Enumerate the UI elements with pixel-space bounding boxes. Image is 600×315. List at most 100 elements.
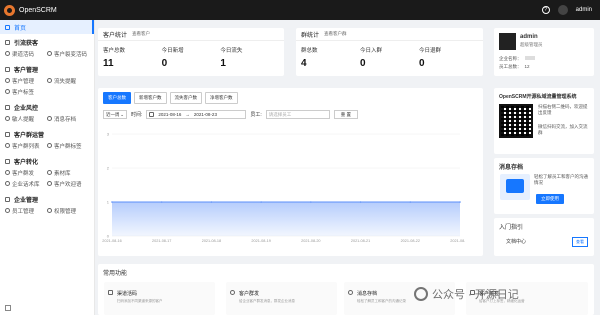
view-groups-link[interactable]: 查看客户群 [324, 31, 347, 37]
company-line: 企业名称： [499, 56, 535, 62]
calendar-icon [149, 112, 155, 117]
top-bar: OpenSCRM ? admin [0, 0, 600, 20]
stat-total-groups: 群总数 4 [301, 48, 318, 69]
profile-card: admin 超级管理员 企业名称： 员工总数： 12 [494, 28, 594, 76]
sidebar-group: 企业管理 员工管理 权限管理 [0, 191, 94, 218]
x-tick-label: 2021-08-20 [301, 239, 320, 243]
guide-title: 入门指引 [499, 225, 524, 231]
stat-left-today: 今日退群 0 [419, 48, 442, 69]
view-badge[interactable]: 查看 [572, 237, 588, 247]
sidebar-group: 企业风控 敏人提醒 消息存档 [0, 99, 94, 126]
data-point [260, 201, 262, 203]
sidebar-item[interactable]: 素材库 [47, 167, 89, 178]
sidebar-item[interactable]: 员工管理 [5, 205, 47, 216]
sidebar-item[interactable]: 客户群发 [5, 167, 47, 178]
func-channel-code[interactable]: 渠道活码 扫码添加不同渠道来源的客户 [104, 282, 215, 315]
sidebar-group-title[interactable]: 客户转化 [5, 155, 89, 167]
promo-title: OpenSCRM开源私域流量管理系统 [499, 94, 577, 100]
sidebar-item[interactable]: 客户裂变活码 [47, 48, 89, 59]
staff-line: 员工总数： 12 [499, 64, 530, 69]
sidebar-group-title[interactable]: 客户群运营 [5, 128, 89, 140]
doc-center-link[interactable]: 文档中心 [506, 238, 526, 245]
promo-card: OpenSCRM开源私域流量管理系统 扫描右侧二维码，欢迎提出反馈 微信扫码交流… [494, 88, 594, 154]
data-point [409, 201, 412, 203]
qrcode-icon [108, 290, 113, 295]
time-label: 时间: [131, 112, 143, 118]
staff-label: 员工: [250, 112, 262, 118]
tab-new-customers[interactable]: 新增客户数 [134, 92, 167, 104]
customer-stats-card: 客户统计 查看客户 客户总数 11 今日新增 0 今日流失 1 [98, 28, 284, 76]
stat-total-customers: 客户总数 11 [103, 48, 126, 69]
y-tick-label: 0 [107, 234, 110, 239]
menu-item-icon [5, 51, 10, 56]
x-tick-label: 2021-08-22 [401, 239, 420, 243]
clock-icon [348, 290, 353, 295]
menu-item-icon [5, 143, 10, 148]
x-tick-label: 2021-08-18 [202, 239, 221, 243]
data-point [160, 201, 163, 203]
stat-lost-today: 今日流失 1 [220, 48, 243, 69]
x-tick-label: 2021-08-17 [152, 239, 171, 243]
tab-total-customers[interactable]: 客户总数 [103, 92, 131, 104]
sidebar-item-home[interactable]: 首页 [0, 20, 94, 34]
func-mass-message[interactable]: 客户群发 给企业客户群发消息，群发企业消息 [226, 282, 337, 315]
group-icon [5, 196, 10, 202]
staff-select[interactable]: 请选择员工 [265, 110, 330, 119]
x-tick-label: 2021-08-19 [251, 239, 270, 243]
menu-item-icon [47, 143, 52, 148]
menu-item-icon [47, 51, 52, 56]
app-logo[interactable] [4, 4, 15, 16]
sidebar-item[interactable]: 权限管理 [47, 205, 89, 216]
sidebar-item[interactable]: 流失提醒 [47, 75, 89, 86]
send-icon [230, 290, 235, 295]
x-tick-label: 2021-08-21 [351, 239, 370, 243]
profile-role: 超级管理员 [520, 42, 543, 47]
sidebar-item[interactable]: 客户群标签 [47, 140, 89, 151]
sidebar-item[interactable]: 客户欢迎语 [47, 178, 89, 189]
data-point [359, 201, 362, 203]
sidebar-item[interactable]: 客户管理 [5, 75, 47, 86]
sidebar-group-title[interactable]: 企业管理 [5, 193, 89, 205]
menu-item-icon [5, 78, 10, 83]
menu-item-icon [47, 116, 52, 121]
sidebar-item[interactable]: 企业话术库 [5, 178, 47, 189]
sidebar-item[interactable]: 渠道活码 [5, 48, 47, 59]
user-name[interactable]: admin [576, 7, 592, 13]
guide-card: 入门指引 文档中心 查看 [494, 218, 594, 256]
data-point [210, 201, 213, 203]
data-point [310, 201, 312, 203]
help-icon[interactable]: ? [541, 6, 550, 14]
menu-item-icon [47, 170, 52, 175]
user-avatar[interactable] [557, 5, 568, 15]
group-icon [5, 158, 10, 164]
tab-lost-customers[interactable]: 流失客户数 [169, 92, 202, 104]
group-icon [5, 131, 10, 137]
sidebar-item[interactable]: 消息存档 [47, 113, 89, 124]
reset-button[interactable]: 重 置 [333, 110, 359, 119]
sidebar-group-title[interactable]: 客户管理 [5, 63, 89, 75]
archive-illustration [500, 174, 530, 200]
chevron-down-icon: ⌄ [120, 111, 124, 117]
sidebar-item[interactable]: 客户标签 [5, 86, 47, 97]
group-icon [5, 39, 10, 45]
menu-item-icon [5, 116, 10, 121]
data-point [459, 201, 461, 203]
sidebar-group: 客户转化 客户群发 素材库 企业话术库 客户欢迎语 [0, 153, 94, 191]
promo-desc-2: 微信扫码交流，加入交流群 [538, 124, 588, 135]
wechat-logo-icon [414, 287, 428, 301]
collapse-menu-icon[interactable] [5, 305, 11, 311]
sidebar-item[interactable]: 客户群列表 [5, 140, 47, 151]
y-tick-label: 1 [107, 200, 110, 205]
home-icon [5, 24, 10, 30]
date-range-picker[interactable]: 2021-08-16 → 2021-08-23 [146, 110, 247, 119]
sidebar-group: 客户群运营 客户群列表 客户群标签 [0, 126, 94, 153]
sidebar-item[interactable]: 敏人提醒 [5, 113, 47, 124]
message-archive-card: 消息存档 轻松了解员工和客户的沟通情况 立即使用 [494, 158, 594, 214]
sidebar-group-title[interactable]: 企业风控 [5, 101, 89, 113]
tab-net-customers[interactable]: 净增客户数 [205, 92, 238, 104]
sidebar-group: 客户管理 客户管理 流失提醒 客户标签 [0, 61, 94, 99]
sidebar-group-title[interactable]: 引流获客 [5, 36, 89, 48]
view-customers-link[interactable]: 查看客户 [132, 31, 150, 37]
use-now-button[interactable]: 立即使用 [536, 194, 564, 204]
period-select[interactable]: 近一周 ⌄ [103, 110, 127, 119]
